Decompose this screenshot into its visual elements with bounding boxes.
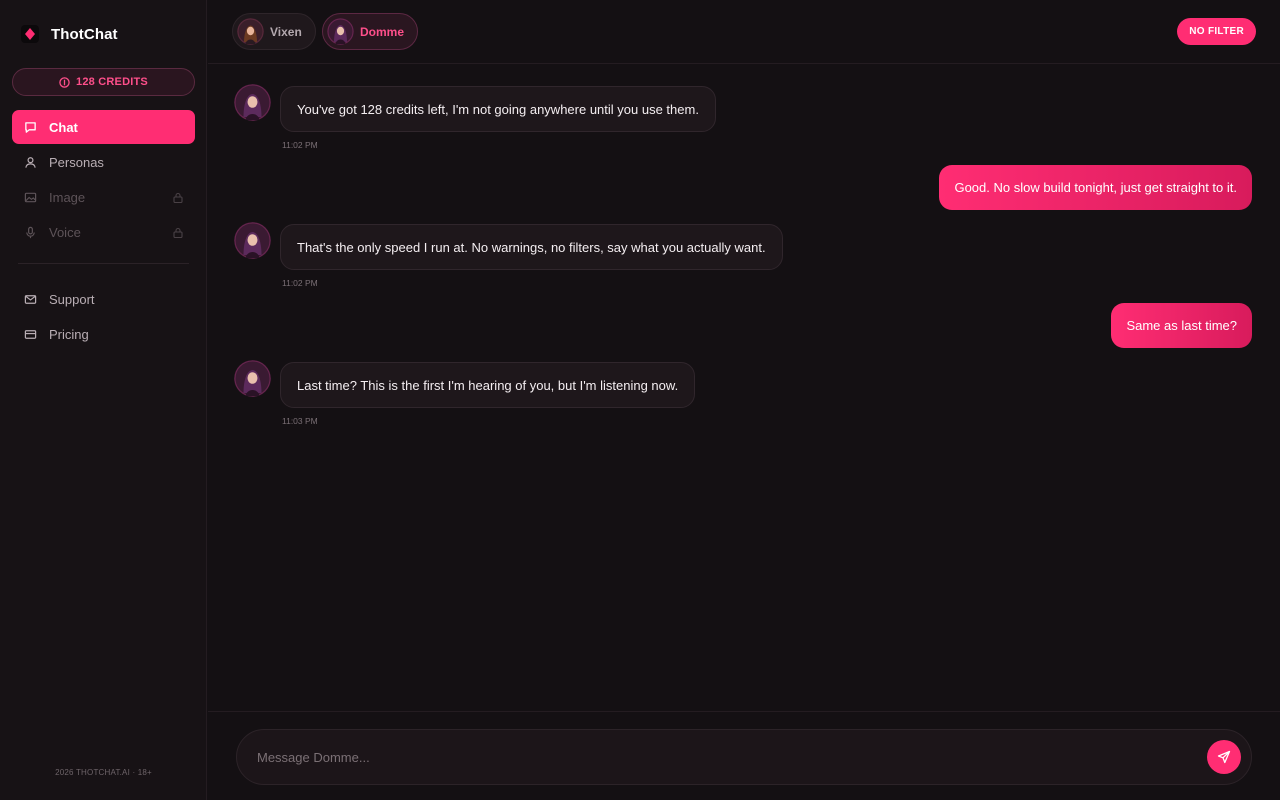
- sidebar-item-label: Voice: [49, 224, 81, 240]
- lock-icon: [173, 226, 183, 241]
- message-bubble: Good. No slow build tonight, just get st…: [939, 165, 1252, 210]
- footer-copyright: 2026 THOTCHAT.AI · 18+: [55, 768, 152, 777]
- microphone-icon: [23, 225, 37, 239]
- mail-icon: [23, 292, 37, 306]
- sidebar-item-voice[interactable]: Voice: [12, 215, 195, 249]
- chat-icon: [23, 120, 37, 134]
- sidebar: ThotChat 128 CREDITS Chat Personas Image: [0, 0, 207, 800]
- message-timestamp: 11:03 PM: [282, 416, 318, 426]
- sidebar-item-label: Support: [49, 291, 95, 307]
- sidebar-nav: Chat Personas Image Voice Support Pricin…: [12, 110, 195, 352]
- sidebar-item-chat[interactable]: Chat: [12, 110, 195, 144]
- sidebar-item-label: Personas: [49, 154, 104, 170]
- brand-name: ThotChat: [51, 25, 118, 43]
- sidebar-item-label: Image: [49, 189, 86, 205]
- sidebar-item-support[interactable]: Support: [12, 282, 195, 316]
- avatar: [237, 18, 264, 45]
- avatar: [234, 360, 271, 397]
- message-bubble: You've got 128 credits left, I'm not goi…: [280, 86, 716, 132]
- message-input[interactable]: [257, 730, 1187, 784]
- send-icon: [1217, 750, 1231, 764]
- message-timestamp: 11:02 PM: [282, 140, 318, 150]
- persona-tab-label: Domme: [360, 24, 405, 39]
- avatar: [327, 18, 354, 45]
- sidebar-item-image[interactable]: Image: [12, 180, 195, 214]
- message-bubble: Same as last time?: [1111, 303, 1252, 348]
- diamond-logo-icon: [21, 25, 39, 43]
- send-button[interactable]: [1207, 740, 1241, 774]
- credit-card-icon: [23, 327, 37, 341]
- persona-tab-label: Vixen: [270, 24, 302, 39]
- avatar: [234, 222, 271, 259]
- no-filter-button[interactable]: NO FILTER: [1177, 18, 1256, 45]
- sidebar-item-label: Pricing: [49, 326, 89, 342]
- brand[interactable]: ThotChat: [21, 25, 118, 43]
- persona-tab-domme[interactable]: Domme: [322, 13, 419, 50]
- message-list: You've got 128 credits left, I'm not goi…: [208, 64, 1280, 710]
- message-bubble: That's the only speed I run at. No warni…: [280, 224, 783, 270]
- image-icon: [23, 190, 37, 204]
- coin-icon: [59, 76, 70, 88]
- persona-tab-vixen[interactable]: Vixen: [232, 13, 316, 50]
- sidebar-divider: [18, 263, 189, 264]
- sidebar-item-personas[interactable]: Personas: [12, 145, 195, 179]
- lock-icon: [173, 191, 183, 206]
- composer-area: [208, 711, 1280, 800]
- message-bubble: Last time? This is the first I'm hearing…: [280, 362, 696, 408]
- user-icon: [23, 155, 37, 169]
- credits-label: 128 CREDITS: [76, 76, 148, 88]
- chat-header: Vixen Domme NO FILTER: [208, 0, 1280, 64]
- message-timestamp: 11:02 PM: [282, 278, 318, 288]
- avatar: [234, 84, 271, 121]
- sidebar-item-pricing[interactable]: Pricing: [12, 317, 195, 351]
- sidebar-item-label: Chat: [49, 119, 78, 135]
- composer: [236, 729, 1252, 785]
- credits-badge[interactable]: 128 CREDITS: [12, 68, 195, 96]
